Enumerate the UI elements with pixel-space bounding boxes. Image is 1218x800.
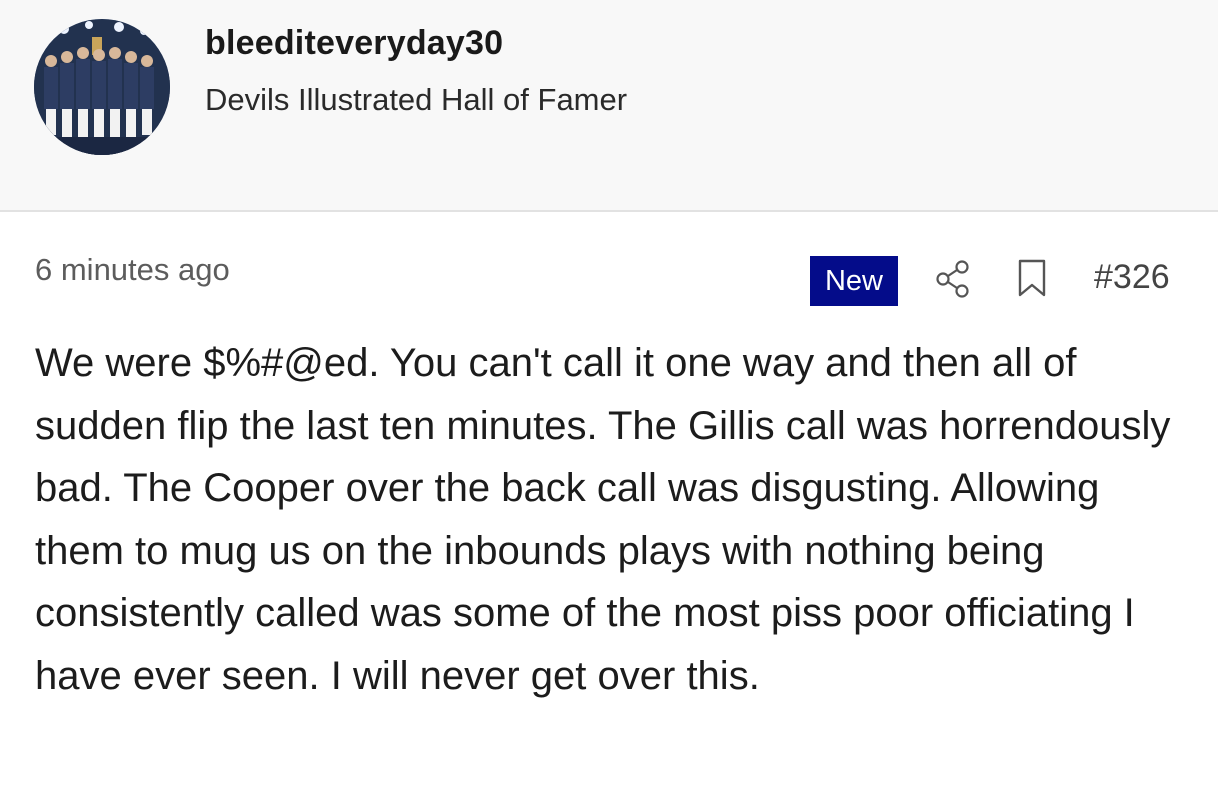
bookmark-icon[interactable] — [1016, 258, 1048, 298]
avatar[interactable] — [34, 19, 170, 155]
team-photo-image — [34, 19, 170, 155]
user-rank-title: Devils Illustrated Hall of Famer — [205, 82, 628, 117]
post-body: We were $%#@ed. You can't call it one wa… — [35, 341, 1171, 698]
post: 6 minutes ago New #326 We were $%#@ed. Y… — [0, 214, 1218, 800]
post-author-header: bleediteveryday30 Devils Illustrated Hal… — [0, 0, 1218, 212]
share-icon[interactable] — [934, 259, 972, 299]
post-timestamp: 6 minutes ago — [35, 252, 230, 287]
post-number-link[interactable]: #326 — [1094, 258, 1170, 297]
username[interactable]: bleediteveryday30 — [205, 24, 503, 63]
new-badge: New — [810, 256, 898, 306]
